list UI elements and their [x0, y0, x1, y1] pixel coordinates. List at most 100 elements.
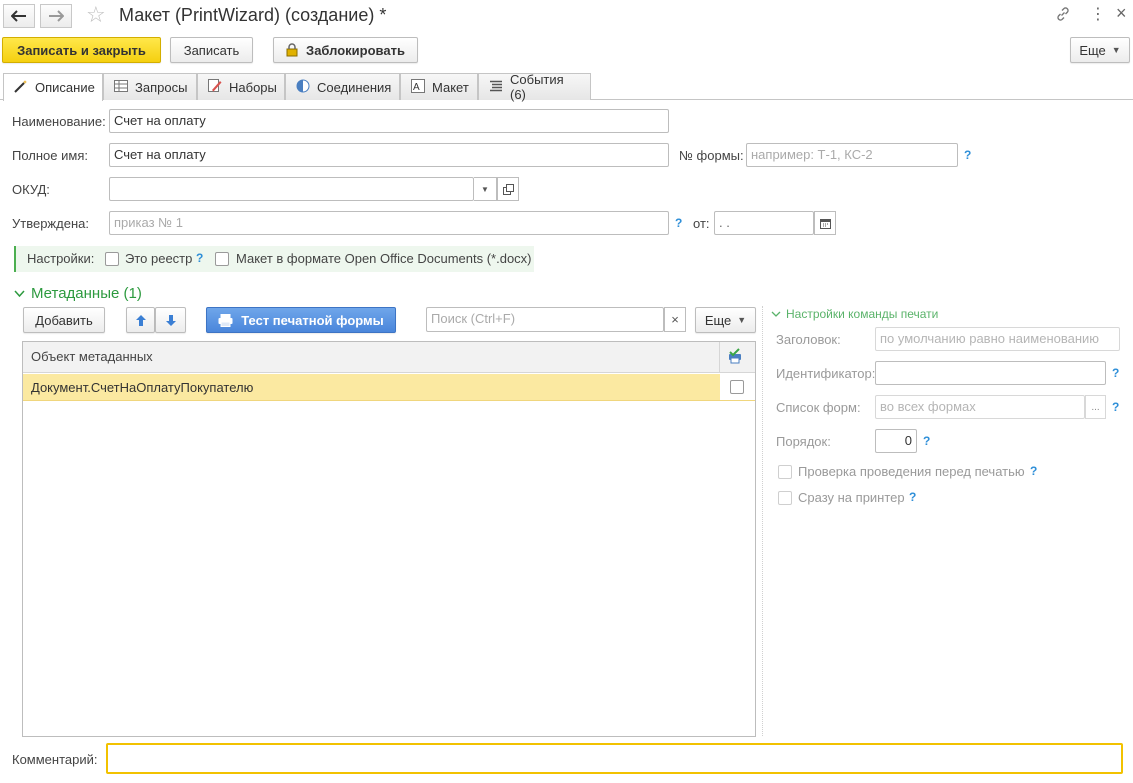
- test-print-form-label: Тест печатной формы: [241, 312, 384, 328]
- link-icon[interactable]: [1055, 6, 1071, 25]
- identifier-help-icon[interactable]: ?: [1112, 366, 1119, 380]
- panel-divider: [762, 306, 763, 736]
- approved-label: Утверждена:: [12, 216, 89, 231]
- chevron-down-icon: [771, 311, 781, 317]
- fullname-label: Полное имя:: [12, 148, 88, 163]
- metadata-group-toggle[interactable]: Метаданные (1): [14, 285, 142, 302]
- form-number-label: № формы:: [679, 148, 744, 163]
- arrow-right-icon: [49, 10, 64, 22]
- docx-checkbox[interactable]: [215, 252, 229, 266]
- search-clear-button[interactable]: ×: [664, 307, 686, 332]
- kebab-icon[interactable]: ⋮: [1090, 4, 1106, 24]
- table-header: Объект метаданных: [23, 342, 755, 373]
- forms-list-label: Список форм:: [776, 400, 861, 415]
- order-label: Порядок:: [776, 434, 831, 449]
- arrow-left-icon: [11, 10, 26, 22]
- print-settings-title: Настройки команды печати: [786, 307, 939, 321]
- metadata-table: Объект метаданных Документ.СчетНаОплатуП…: [22, 341, 756, 737]
- order-input[interactable]: 0: [875, 429, 917, 453]
- tab-layout[interactable]: A Макет: [400, 73, 478, 100]
- direct-print-checkbox[interactable]: [778, 491, 792, 505]
- save-and-close-button[interactable]: Записать и закрыть: [2, 37, 161, 63]
- print-settings-toggle[interactable]: Настройки команды печати: [771, 307, 938, 321]
- fullname-input[interactable]: Счет на оплату: [109, 143, 669, 167]
- lock-icon: [286, 43, 298, 57]
- identifier-input[interactable]: [875, 361, 1106, 385]
- printer-icon: [218, 313, 233, 327]
- registry-checkbox[interactable]: [105, 252, 119, 266]
- okud-label: ОКУД:: [12, 182, 50, 197]
- calendar-button[interactable]: [814, 211, 836, 235]
- approved-input[interactable]: приказ № 1: [109, 211, 669, 235]
- direct-print-label: Сразу на принтер: [798, 490, 905, 505]
- registry-label: Это реестр: [125, 251, 193, 266]
- metadata-group-title: Метаданные (1): [31, 285, 142, 302]
- form-number-input[interactable]: например: Т-1, КС-2: [746, 143, 958, 167]
- check-posting-help-icon[interactable]: ?: [1030, 464, 1037, 478]
- chevron-down-icon: ▼: [481, 184, 489, 194]
- search-input[interactable]: Поиск (Ctrl+F): [426, 307, 664, 332]
- okud-dropdown-button[interactable]: ▼: [474, 177, 497, 201]
- check-posting-label: Проверка проведения перед печатью: [798, 464, 1025, 479]
- table-row-check-cell: [720, 374, 755, 401]
- registry-help-icon[interactable]: ?: [196, 251, 203, 265]
- docx-label: Макет в формате Open Office Documents (*…: [236, 251, 532, 266]
- test-print-form-button[interactable]: Тест печатной формы: [206, 307, 396, 333]
- okud-input[interactable]: [109, 177, 474, 201]
- move-down-button[interactable]: [155, 307, 186, 333]
- layout-icon: A: [411, 78, 425, 96]
- okud-open-button[interactable]: [497, 177, 519, 201]
- chevron-down-icon: [14, 290, 25, 298]
- add-button[interactable]: Добавить: [23, 307, 105, 333]
- column-divider: [719, 342, 720, 373]
- more-button[interactable]: Еще ▼: [1070, 37, 1130, 63]
- name-input[interactable]: Счет на оплату: [109, 109, 669, 133]
- metadata-more-button[interactable]: Еще ▼: [695, 307, 756, 333]
- arrow-up-icon: [135, 314, 146, 326]
- comment-input[interactable]: [106, 743, 1123, 774]
- row-print-checkbox[interactable]: [730, 380, 744, 394]
- table-icon: [114, 79, 128, 95]
- column-header-object[interactable]: Объект метаданных: [31, 349, 153, 364]
- close-button[interactable]: ×: [1116, 3, 1127, 24]
- edit-icon: [208, 78, 222, 96]
- svg-text:A: A: [413, 82, 420, 93]
- caption-input[interactable]: по умолчанию равно наименованию: [875, 327, 1120, 351]
- lock-button[interactable]: Заблокировать: [273, 37, 418, 63]
- tab-queries[interactable]: Запросы: [103, 73, 197, 100]
- calendar-icon: [819, 218, 831, 229]
- tab-label: Описание: [35, 80, 95, 95]
- identifier-label: Идентификатор:: [776, 366, 876, 381]
- check-posting-checkbox[interactable]: [778, 465, 792, 479]
- tab-joins[interactable]: Соединения: [285, 73, 400, 100]
- print-check-column-icon: [727, 348, 743, 367]
- metadata-object-cell: Документ.СчетНаОплатуПокупателю: [31, 380, 254, 395]
- metadata-more-label: Еще: [704, 312, 732, 328]
- comment-label: Комментарий:: [12, 752, 98, 767]
- forward-button[interactable]: [40, 4, 72, 28]
- table-row[interactable]: Документ.СчетНаОплатуПокупателю: [23, 374, 720, 401]
- direct-print-help-icon[interactable]: ?: [909, 490, 916, 504]
- date-input[interactable]: . .: [714, 211, 814, 235]
- window-title: Макет (PrintWizard) (создание) *: [119, 5, 387, 25]
- tab-label: События (6): [510, 72, 564, 102]
- approved-help-icon[interactable]: ?: [675, 216, 682, 230]
- tab-events[interactable]: События (6): [478, 72, 591, 102]
- forms-list-input[interactable]: во всех формах: [875, 395, 1085, 419]
- list-icon: [489, 80, 503, 95]
- settings-label: Настройки:: [27, 251, 95, 266]
- order-help-icon[interactable]: ?: [923, 434, 930, 448]
- name-label: Наименование:: [12, 114, 106, 129]
- lock-button-label: Заблокировать: [306, 42, 405, 58]
- tab-description[interactable]: Описание: [3, 73, 103, 101]
- save-button[interactable]: Записать: [170, 37, 253, 63]
- tab-sets[interactable]: Наборы: [197, 73, 285, 100]
- favorite-star-icon[interactable]: ☆: [86, 3, 106, 27]
- forms-list-help-icon[interactable]: ?: [1112, 400, 1119, 414]
- move-up-button[interactable]: [126, 307, 155, 333]
- forms-list-select-button[interactable]: ...: [1085, 395, 1106, 419]
- wand-icon: [14, 79, 28, 96]
- form-number-help-icon[interactable]: ?: [964, 148, 971, 162]
- tab-label: Макет: [432, 79, 469, 95]
- back-button[interactable]: [3, 4, 35, 28]
